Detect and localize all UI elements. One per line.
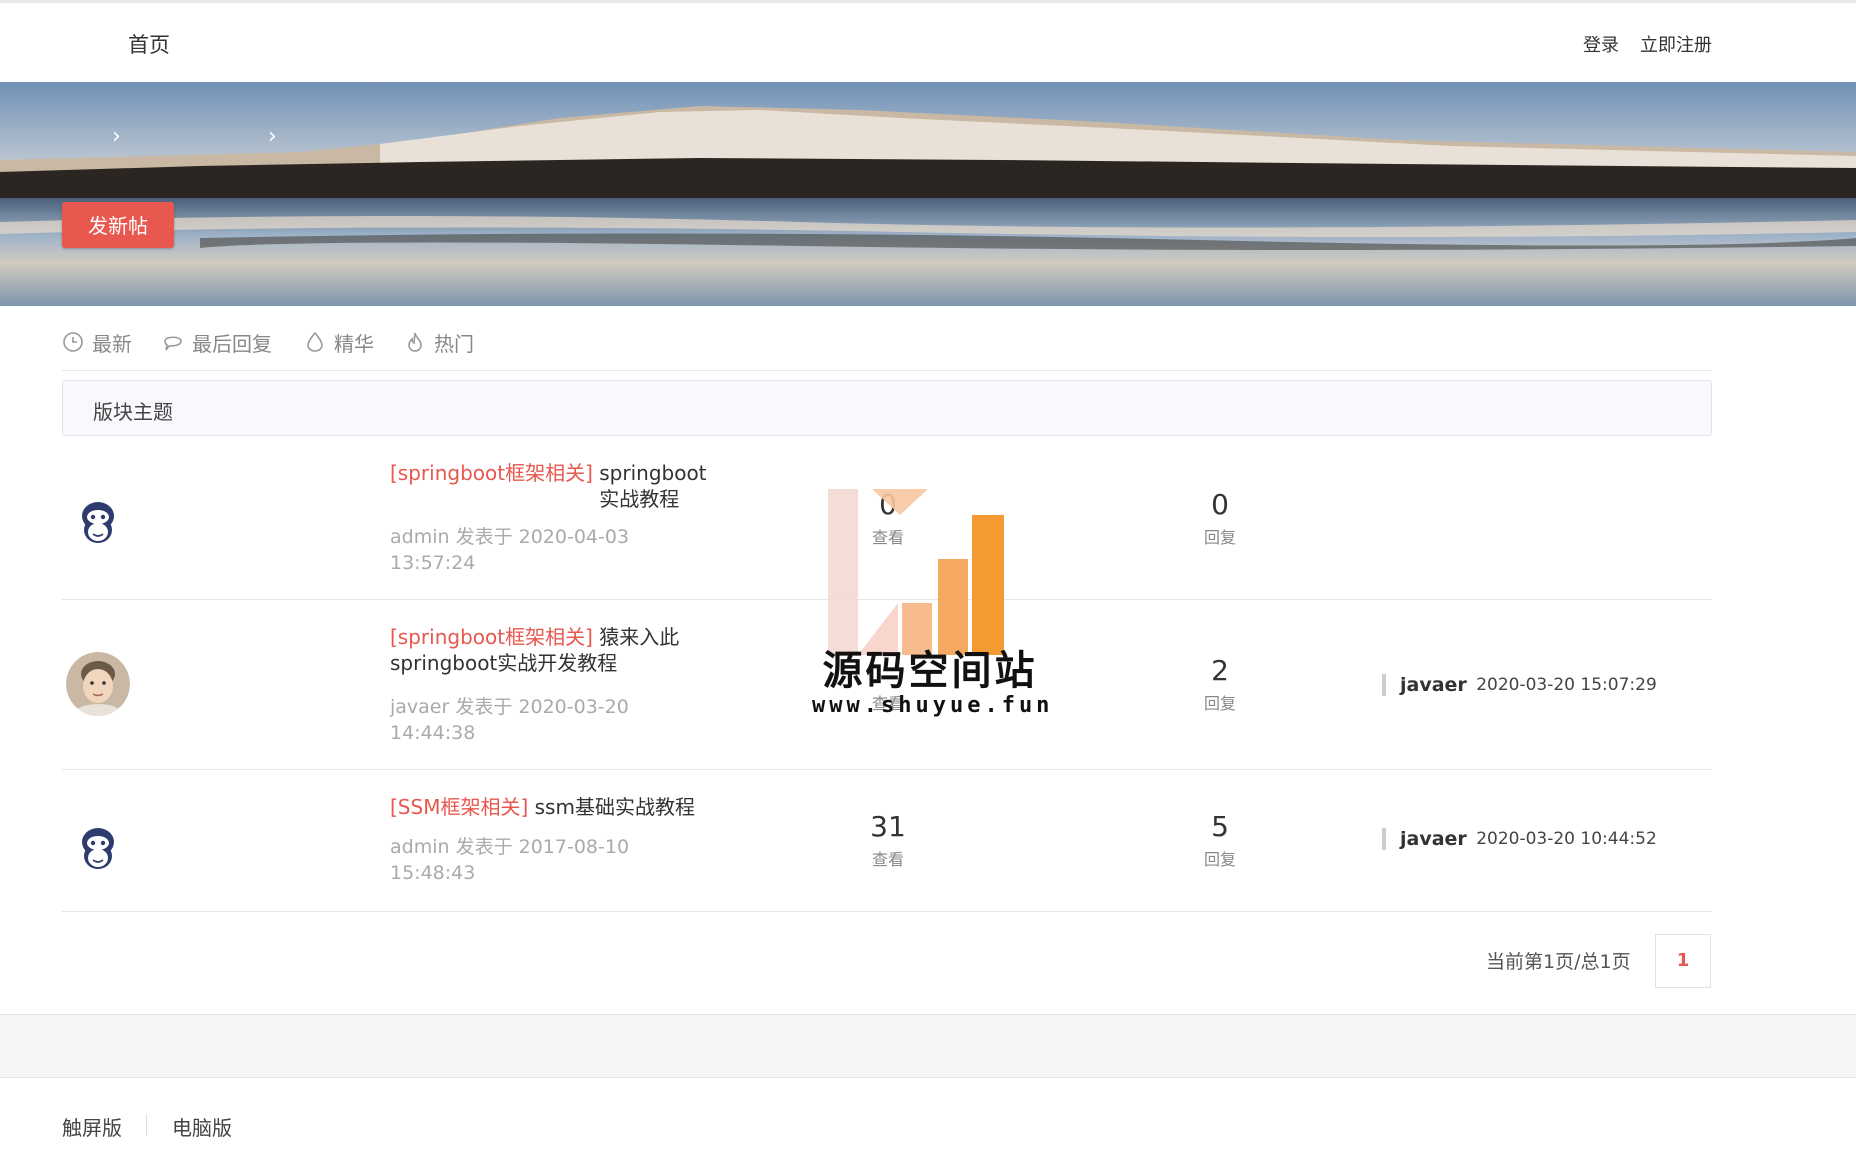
thread-category-link[interactable]: [springboot框架相关] — [390, 625, 593, 649]
last-reply-user[interactable]: javaer — [1400, 674, 1467, 696]
replies-label: 回复 — [1203, 850, 1236, 869]
clock-icon — [63, 332, 83, 352]
touch-version-link[interactable]: 触屏版 — [62, 1112, 122, 1141]
watermark-url: www.shuyue.fun — [812, 693, 1054, 718]
thread-title-link[interactable]: ssm基础实战教程 — [535, 795, 695, 819]
pc-version-link[interactable]: 电脑版 — [172, 1112, 232, 1141]
author-avatar[interactable] — [66, 652, 130, 716]
views-count: 0 — [879, 488, 897, 521]
thread-posted: 发表于 2017-08-10 — [455, 836, 630, 858]
views-count: 31 — [870, 810, 906, 843]
replies-label: 回复 — [1203, 694, 1236, 713]
last-reply-marker — [1382, 828, 1386, 850]
filter-label: 精华 — [334, 332, 374, 356]
replies-count: 2 — [1211, 654, 1229, 687]
replies-count: 0 — [1211, 488, 1229, 521]
last-reply: javaer 2020-03-20 15:07:29 — [1382, 674, 1657, 696]
monkey-avatar-icon — [66, 816, 130, 880]
comment-icon — [164, 336, 182, 351]
last-reply-user[interactable]: javaer — [1400, 828, 1467, 850]
thread-category-link[interactable]: [springboot框架相关] — [390, 461, 593, 485]
new-post-button[interactable]: 发新帖 — [62, 202, 174, 248]
nav-home-link[interactable]: 首页 — [128, 29, 170, 59]
photo-avatar-icon — [66, 652, 130, 716]
author-avatar[interactable] — [66, 490, 130, 554]
thread-author[interactable]: javaer — [390, 696, 449, 718]
drop-icon — [307, 331, 323, 352]
row-divider — [62, 911, 1712, 912]
replies-label: 回复 — [1203, 528, 1236, 547]
page-button-current[interactable]: 1 — [1655, 934, 1711, 988]
thread-meta: javaer 发表于 2020-03-20 14:44:38 — [390, 694, 650, 746]
thread-title-line: 实战教程 — [599, 487, 680, 511]
footer-divider — [146, 1114, 147, 1136]
thread-posted-time: 14:44:38 — [390, 722, 476, 744]
last-reply-time: 2020-03-20 15:07:29 — [1476, 675, 1657, 695]
filter-label: 热门 — [434, 332, 474, 356]
thread-row: [springboot框架相关] springboot 实战教程 admin 发表… — [62, 436, 1712, 600]
site-header: 首页 登录 立即注册 — [0, 3, 1856, 82]
thread-meta: admin 发表于 2020-04-03 13:57:24 — [390, 524, 650, 576]
monkey-avatar-icon — [66, 490, 130, 554]
thread-title-line: 猿来入此 — [599, 625, 680, 649]
thread-title-line: springboot实战开发教程 — [390, 651, 618, 675]
thread-title-block: [springboot框架相关] springboot 实战教程 — [390, 460, 730, 512]
breadcrumb-separator: › — [268, 124, 277, 149]
register-link[interactable]: 立即注册 — [1640, 31, 1712, 57]
thread-author[interactable]: admin — [390, 526, 450, 548]
section-title: 版块主题 — [93, 400, 173, 424]
thread-posted: 发表于 2020-03-20 — [455, 696, 629, 718]
pagination-summary: 当前第1页/总1页 — [1486, 951, 1631, 973]
views-label: 查看 — [871, 850, 904, 869]
filter-label: 最后回复 — [192, 332, 272, 356]
thread-title-line: springboot — [599, 461, 707, 485]
thread-category-link[interactable]: [SSM框架相关] — [390, 795, 528, 819]
divider — [62, 370, 1712, 371]
forum-banner: › › — [0, 82, 1856, 306]
breadcrumb-separator: › — [112, 124, 121, 149]
thread-posted-time: 15:48:43 — [390, 862, 476, 884]
flame-icon — [408, 332, 422, 352]
footer-band — [0, 1014, 1856, 1078]
last-reply-time: 2020-03-20 10:44:52 — [1476, 829, 1657, 849]
author-avatar[interactable] — [66, 816, 130, 880]
landscape-image — [0, 82, 1856, 306]
thread-title-link[interactable]: springboot 实战教程 — [599, 460, 709, 512]
thread-row: [SSM框架相关] ssm基础实战教程 admin 发表于 2017-08-10… — [62, 770, 1712, 912]
login-link[interactable]: 登录 — [1583, 31, 1619, 57]
thread-posted-time: 13:57:24 — [390, 552, 476, 574]
thread-title-block: [springboot框架相关] 猿来入此 springboot实战开发教程 — [390, 624, 730, 676]
thread-author[interactable]: admin — [390, 836, 450, 858]
thread-title-block: [SSM框架相关] ssm基础实战教程 — [390, 794, 770, 820]
thread-meta: admin 发表于 2017-08-10 15:48:43 — [390, 834, 650, 886]
views-label: 查看 — [871, 528, 904, 547]
watermark-title: 源码空间站 — [822, 648, 1038, 694]
replies-count: 5 — [1211, 810, 1229, 843]
thread-posted: 发表于 2020-04-03 — [455, 526, 630, 548]
last-reply: javaer 2020-03-20 10:44:52 — [1382, 828, 1657, 850]
section-header: 版块主题 — [62, 380, 1712, 436]
filter-label: 最新 — [92, 332, 132, 356]
last-reply-marker — [1382, 674, 1386, 696]
